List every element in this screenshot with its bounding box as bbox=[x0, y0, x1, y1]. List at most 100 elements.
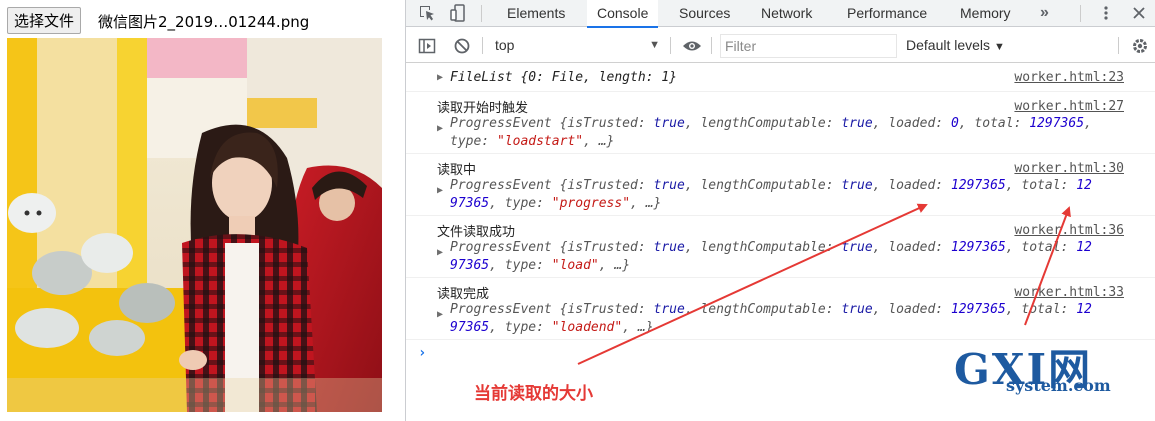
console-message[interactable]: 文件读取成功 worker.html:36 ▶ ProgressEvent {i… bbox=[406, 217, 1155, 278]
token: true bbox=[653, 116, 685, 131]
token: ProgressEvent {isTrusted: bbox=[450, 178, 654, 193]
token: 1297365 bbox=[1029, 116, 1085, 131]
token: 0 bbox=[950, 116, 959, 131]
token: , total: bbox=[1005, 178, 1077, 193]
token: true bbox=[653, 178, 685, 193]
more-tabs-button[interactable]: » bbox=[1030, 0, 1059, 27]
message-label: 读取开始时触发 bbox=[437, 101, 529, 116]
tab-performance[interactable]: Performance bbox=[837, 0, 937, 27]
token: , total: bbox=[1005, 240, 1077, 255]
expand-triangle-icon[interactable]: ▶ bbox=[437, 185, 443, 196]
source-link[interactable]: worker.html:30 bbox=[1014, 161, 1124, 176]
token: 1297365 bbox=[950, 302, 1006, 317]
console-prompt[interactable]: › bbox=[418, 345, 426, 361]
dropdown-caret-icon: ▼ bbox=[993, 41, 1005, 53]
token: , lengthComputable: bbox=[684, 302, 842, 317]
message-label: 读取完成 bbox=[437, 287, 490, 302]
expand-triangle-icon[interactable]: ▶ bbox=[437, 123, 443, 134]
token: 97365 bbox=[450, 196, 490, 211]
context-value: top bbox=[495, 37, 515, 53]
token: , loaded: bbox=[872, 116, 951, 131]
dropdown-caret-icon: ▼ bbox=[649, 39, 660, 51]
message-object-line: 97365, type: "load", …} bbox=[450, 257, 630, 275]
tab-network[interactable]: Network bbox=[751, 0, 822, 27]
toolbar-separator bbox=[711, 37, 712, 54]
tab-console[interactable]: Console bbox=[587, 0, 659, 28]
token: true bbox=[841, 178, 873, 193]
message-object-line: ProgressEvent {isTrusted: true, lengthCo… bbox=[450, 301, 1092, 319]
log-levels-dropdown[interactable]: Default levels ▼ bbox=[906, 35, 1005, 58]
expand-triangle-icon[interactable]: ▶ bbox=[437, 72, 443, 83]
message-object-line: ProgressEvent {isTrusted: true, lengthCo… bbox=[450, 239, 1092, 257]
tab-separator bbox=[481, 5, 482, 22]
expand-triangle-icon[interactable]: ▶ bbox=[437, 247, 443, 258]
choose-file-button[interactable]: 选择文件 bbox=[7, 7, 82, 34]
log-levels-label: Default levels bbox=[906, 37, 991, 53]
message-object-line: ProgressEvent {isTrusted: true, lengthCo… bbox=[450, 115, 1092, 133]
tab-sources[interactable]: Sources bbox=[669, 0, 740, 27]
preview-image bbox=[7, 38, 382, 412]
eye-icon[interactable] bbox=[682, 37, 701, 55]
message-object-line: ProgressEvent {isTrusted: true, lengthCo… bbox=[450, 177, 1092, 195]
token: "loadstart" bbox=[496, 134, 584, 149]
source-link[interactable]: worker.html:33 bbox=[1014, 285, 1124, 300]
tab-memory[interactable]: Memory bbox=[950, 0, 1021, 27]
token: , …} bbox=[583, 134, 615, 149]
console-message[interactable]: 读取完成 worker.html:33 ▶ ProgressEvent {isT… bbox=[406, 279, 1155, 340]
token: true bbox=[841, 116, 873, 131]
token: ProgressEvent {isTrusted: bbox=[450, 116, 654, 131]
console-message[interactable]: 读取开始时触发 worker.html:27 ▶ ProgressEvent {… bbox=[406, 93, 1155, 154]
message-object-line: type: "loadstart", …} bbox=[450, 133, 614, 151]
sidebar-toggle-icon[interactable] bbox=[418, 37, 436, 55]
tab-separator bbox=[1080, 5, 1081, 22]
console-message[interactable]: 读取中 worker.html:30 ▶ ProgressEvent {isTr… bbox=[406, 155, 1155, 216]
toolbar-separator bbox=[482, 37, 483, 54]
token: "load" bbox=[551, 258, 599, 273]
source-link[interactable]: worker.html:36 bbox=[1014, 223, 1124, 238]
inspect-element-icon[interactable] bbox=[418, 4, 436, 22]
token: ProgressEvent {isTrusted: bbox=[450, 302, 654, 317]
token: , …} bbox=[622, 320, 654, 335]
token: 97365 bbox=[450, 258, 490, 273]
token: true bbox=[653, 302, 685, 317]
settings-gear-icon[interactable] bbox=[1131, 37, 1149, 55]
device-toolbar-icon[interactable] bbox=[450, 4, 468, 22]
message-object-line: 97365, type: "loadend", …} bbox=[450, 319, 654, 337]
toolbar-separator bbox=[670, 37, 671, 54]
selected-file-name: 微信图片2_2019…01244.png bbox=[98, 13, 310, 31]
kebab-menu-icon[interactable] bbox=[1097, 4, 1115, 22]
toolbar-separator bbox=[1118, 37, 1119, 54]
token: "progress" bbox=[551, 196, 631, 211]
token: , total: bbox=[958, 116, 1030, 131]
tab-elements[interactable]: Elements bbox=[497, 0, 575, 27]
token: 1297365 bbox=[950, 178, 1006, 193]
page-content: 选择文件 微信图片2_2019…01244.png bbox=[0, 0, 405, 421]
message-label: 读取中 bbox=[437, 163, 477, 178]
token: , type: bbox=[489, 196, 552, 211]
token: 97365 bbox=[450, 320, 490, 335]
source-link[interactable]: worker.html:27 bbox=[1014, 99, 1124, 114]
token: true bbox=[841, 302, 873, 317]
console-log: ▶ FileList {0: File, length: 1} worker.h… bbox=[406, 64, 1155, 421]
token: , lengthComputable: bbox=[684, 116, 842, 131]
token: true bbox=[653, 240, 685, 255]
token: , …} bbox=[598, 258, 631, 273]
token: , loaded: bbox=[872, 302, 951, 317]
token: , total: bbox=[1005, 302, 1077, 317]
context-selector[interactable]: top ▼ bbox=[488, 35, 660, 56]
clear-console-icon[interactable] bbox=[453, 37, 471, 55]
close-icon[interactable] bbox=[1130, 4, 1148, 22]
message-object-line: 97365, type: "progress", …} bbox=[450, 195, 661, 213]
token: 1297365 bbox=[950, 240, 1006, 255]
token: ProgressEvent {isTrusted: bbox=[450, 240, 654, 255]
token: type: bbox=[450, 134, 497, 149]
message-object-line: FileList {0: File, length: 1} bbox=[450, 70, 677, 85]
token: 12 bbox=[1076, 302, 1092, 317]
source-link[interactable]: worker.html:23 bbox=[1014, 70, 1124, 85]
console-message[interactable]: ▶ FileList {0: File, length: 1} worker.h… bbox=[406, 64, 1155, 92]
filter-input[interactable] bbox=[720, 34, 897, 58]
token: , bbox=[1084, 116, 1092, 131]
expand-triangle-icon[interactable]: ▶ bbox=[437, 309, 443, 320]
token: true bbox=[841, 240, 873, 255]
token: "loadend" bbox=[551, 320, 623, 335]
